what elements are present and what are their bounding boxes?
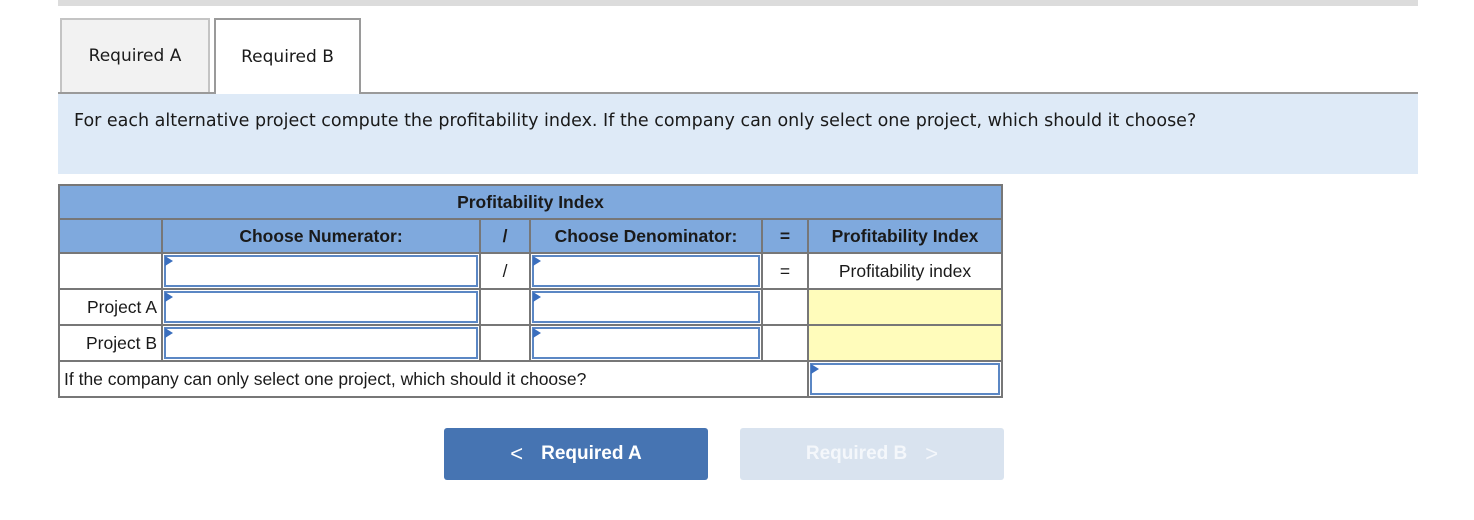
dropdown-flag-icon bbox=[811, 364, 819, 374]
blank-cell bbox=[761, 324, 809, 362]
choice-question: If the company can only select one proje… bbox=[58, 360, 809, 398]
project-a-profitability-index bbox=[807, 288, 1003, 326]
project-a-numerator-input[interactable] bbox=[164, 291, 478, 323]
dropdown-flag-icon bbox=[533, 256, 541, 266]
row-label-project-b: Project B bbox=[58, 324, 163, 362]
chevron-right-icon: > bbox=[925, 441, 939, 466]
numerator-select-cell bbox=[161, 252, 481, 290]
formula-result-label: Profitability index bbox=[807, 252, 1003, 290]
project-b-profitability-index bbox=[807, 324, 1003, 362]
prev-required-a-button[interactable]: < Required A bbox=[444, 428, 708, 480]
header-blank bbox=[58, 218, 163, 254]
blank-cell bbox=[479, 324, 531, 362]
dropdown-flag-icon bbox=[533, 292, 541, 302]
project-a-denominator-input[interactable] bbox=[532, 291, 760, 323]
blank-cell bbox=[479, 288, 531, 326]
formula-row-label bbox=[58, 252, 163, 290]
header-equals: = bbox=[761, 218, 809, 254]
formula-row: / = Profitability index bbox=[58, 252, 1003, 290]
header-denominator: Choose Denominator: bbox=[529, 218, 763, 254]
project-b-numerator-input[interactable] bbox=[164, 327, 478, 359]
top-divider-bar bbox=[58, 0, 1418, 6]
formula-equals: = bbox=[761, 252, 809, 290]
dropdown-flag-icon bbox=[165, 292, 173, 302]
chevron-left-icon: < bbox=[510, 441, 524, 466]
next-required-b-button[interactable]: Required B > bbox=[740, 428, 1004, 480]
choice-row: If the company can only select one proje… bbox=[58, 360, 1003, 398]
denominator-select-cell bbox=[529, 252, 763, 290]
question-prompt: For each alternative project compute the… bbox=[58, 94, 1418, 174]
dropdown-flag-icon bbox=[165, 256, 173, 266]
denominator-select[interactable] bbox=[532, 255, 760, 287]
header-numerator: Choose Numerator: bbox=[161, 218, 481, 254]
header-profitability-index: Profitability Index bbox=[807, 218, 1003, 254]
profitability-index-table: Profitability Index Choose Numerator: / … bbox=[58, 184, 1003, 398]
dropdown-flag-icon bbox=[165, 328, 173, 338]
numerator-select[interactable] bbox=[164, 255, 478, 287]
table-row: Project A bbox=[58, 288, 1003, 326]
project-choice-select[interactable] bbox=[810, 363, 1000, 395]
table-row: Project B bbox=[58, 324, 1003, 362]
project-b-denominator-input[interactable] bbox=[532, 327, 760, 359]
table-title: Profitability Index bbox=[58, 184, 1003, 220]
dropdown-flag-icon bbox=[533, 328, 541, 338]
formula-slash: / bbox=[479, 252, 531, 290]
row-label-project-a: Project A bbox=[58, 288, 163, 326]
header-slash: / bbox=[479, 218, 531, 254]
blank-cell bbox=[761, 288, 809, 326]
tab-required-a[interactable]: Required A bbox=[60, 18, 210, 92]
next-button-label: Required B bbox=[805, 443, 908, 464]
tab-required-b[interactable]: Required B bbox=[214, 18, 361, 94]
prev-button-label: Required A bbox=[541, 443, 642, 464]
